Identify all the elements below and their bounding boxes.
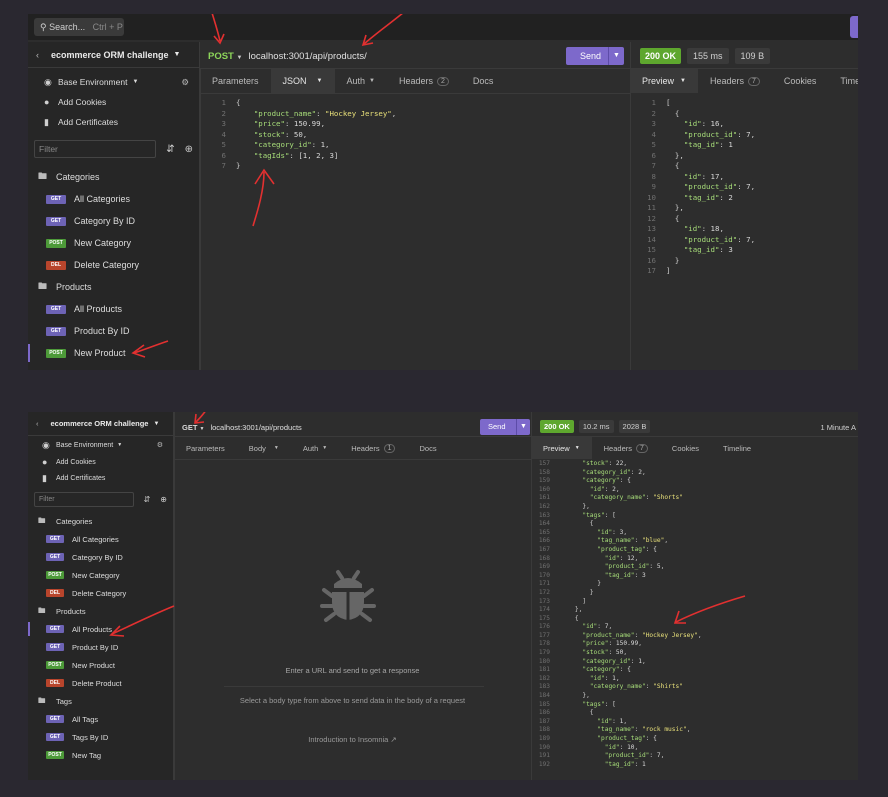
bottom-screenshot: ‹ ecommerce ORM challenge ▼ ◉ Base Envir…	[28, 412, 858, 780]
annotation-arrow	[363, 14, 403, 45]
annotation-arrow	[252, 171, 265, 227]
annotation-arrow	[675, 595, 746, 623]
annotation-arrows	[131, 14, 403, 358]
top-screenshot: ⚲ Search... Ctrl + P ‹ ecommerce ORM cha…	[28, 14, 858, 370]
annotation-arrows	[109, 412, 746, 637]
annotation-arrow	[195, 412, 206, 423]
annotation-arrow	[133, 340, 169, 354]
annotation-arrow	[111, 605, 175, 635]
